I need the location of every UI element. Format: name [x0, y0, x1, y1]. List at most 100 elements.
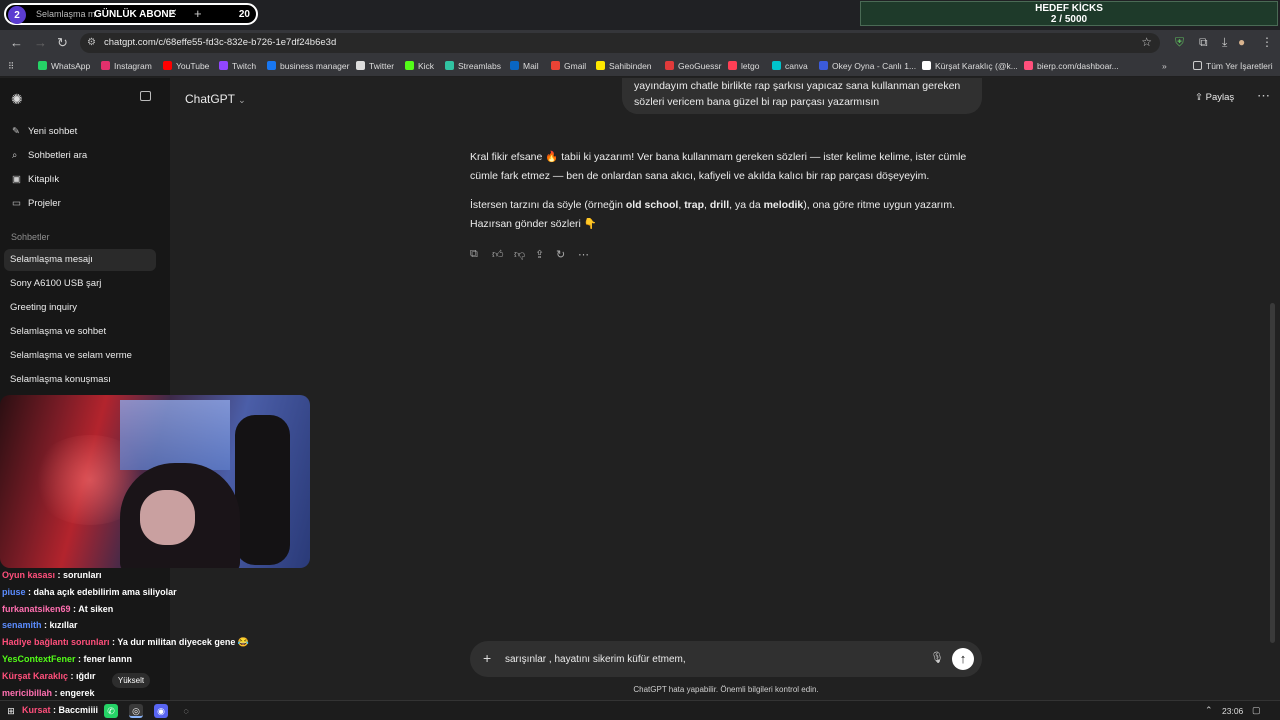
chat-message: furkanatsiken69 : At siken	[2, 603, 114, 614]
chat-history-item[interactable]: Selamlaşma ve sohbet	[4, 321, 156, 343]
thumbs-up-icon[interactable]: 👍︎	[492, 248, 504, 261]
model-picker[interactable]: ChatGPT ⌄	[185, 92, 246, 106]
streamlabs-icon	[445, 61, 454, 70]
bookmark-item[interactable]: Sahibinden	[596, 61, 652, 71]
okey-icon	[819, 61, 828, 70]
bookmark-item[interactable]: YouTube	[163, 61, 209, 71]
bookmark-item[interactable]: GeoGuessr	[665, 61, 721, 71]
sidebar-toggle-icon[interactable]	[140, 91, 151, 101]
tab-close-icon[interactable]: ✕	[169, 8, 177, 19]
profile-avatar[interactable]: ●	[1238, 35, 1245, 49]
scrollbar[interactable]	[1270, 303, 1275, 643]
taskbar-clock[interactable]: 23:06	[1222, 706, 1243, 716]
browser-menu-icon[interactable]: ⋮	[1261, 35, 1273, 49]
share-icon[interactable]: ⇪	[535, 248, 544, 261]
taskbar: ⊞ Kursat : Baccmiiii ✆ ◎ ◉ ◌ ⌃ 23:06 ▢	[0, 700, 1280, 720]
tray-chevron-icon[interactable]: ⌃	[1205, 705, 1213, 716]
chat-main: ChatGPT ⌄ yayındayım chatle birlikte rap…	[170, 78, 1280, 708]
mail-icon	[510, 61, 519, 70]
folder-icon: ▭	[12, 198, 21, 209]
extensions-icon[interactable]: ⧉	[1199, 35, 1208, 50]
send-button[interactable]: ↑	[952, 648, 974, 670]
share-button[interactable]: ⇪ Paylaş	[1195, 92, 1234, 103]
bookmarks-bar: ⠿ WhatsApp Instagram YouTube Twitch busi…	[0, 56, 1280, 77]
bookmark-item[interactable]: Kick	[405, 61, 434, 71]
chat-message: mericibillah : engerek	[2, 687, 95, 698]
sidebar-item-library[interactable]: ▣ Kitaplık	[6, 169, 158, 191]
composer-input[interactable]: sarışınlar , hayatını sikerim küfür etme…	[505, 654, 686, 665]
bookmark-star-icon[interactable]: ☆	[1141, 35, 1152, 49]
kick-goal-overlay: HEDEF KİCKS 2 / 5000	[860, 1, 1278, 26]
chrome-icon[interactable]: ◎	[129, 704, 143, 718]
microphone-icon[interactable]: 🎙︎	[930, 651, 944, 664]
bookmark-item[interactable]: Instagram	[101, 61, 152, 71]
bookmark-item[interactable]: Gmail	[551, 61, 586, 71]
bookmark-item[interactable]: Kürşat Karaklıç (@k...	[922, 61, 1018, 71]
plus-icon[interactable]: +	[483, 650, 491, 666]
assistant-paragraph: Kral fikir efsane 🔥 tabii ki yazarım! Ve…	[470, 151, 967, 182]
discord-icon[interactable]: ◉	[154, 704, 168, 718]
bookmark-item[interactable]: Twitter	[356, 61, 394, 71]
disclaimer: ChatGPT hata yapabilir. Önemli bilgileri…	[633, 685, 819, 694]
sahibinden-icon	[596, 61, 605, 70]
upgrade-button[interactable]: Yükselt	[112, 673, 150, 688]
downloads-icon[interactable]: ⤓	[1222, 35, 1227, 50]
chat-message: Kürşat Karaklıç : ığdır	[2, 670, 96, 681]
more-options-icon[interactable]: ⋯	[1257, 88, 1270, 104]
obs-icon[interactable]: ◌	[179, 704, 193, 718]
shield-icon[interactable]: ⛨	[1175, 35, 1184, 50]
webcam-face	[140, 490, 195, 545]
more-bookmarks-icon[interactable]: »	[1162, 61, 1167, 71]
copy-icon[interactable]: ⧉	[470, 248, 478, 261]
chat-message: Oyun kasası : sorunları	[2, 570, 102, 580]
new-tab-icon[interactable]: +	[194, 6, 202, 21]
notification-icon[interactable]: ▢	[1252, 705, 1261, 716]
bookmark-item[interactable]: business manager	[267, 61, 349, 71]
taskbar-chat-line: Kursat : Baccmiiii	[22, 705, 99, 715]
bookmark-item[interactable]: letgo	[728, 61, 759, 71]
twitch-icon	[219, 61, 228, 70]
sidebar-item-projects[interactable]: ▭ Projeler	[6, 193, 158, 215]
whatsapp-icon[interactable]: ✆	[104, 704, 118, 718]
bookmark-item[interactable]: bierp.com/dashboar...	[1024, 61, 1119, 71]
kick-icon	[405, 61, 414, 70]
chat-history-item[interactable]: Selamlaşma mesajı	[4, 249, 156, 271]
reload-icon[interactable]: ↻	[57, 35, 68, 51]
apps-icon[interactable]: ⠿	[8, 61, 14, 72]
thumbs-down-icon[interactable]: 👎︎	[514, 248, 525, 261]
assistant-message: Kral fikir efsane 🔥 tabii ki yazarım! Ve…	[470, 148, 980, 244]
message-composer[interactable]: + sarışınlar , hayatını sikerim küfür et…	[470, 641, 982, 677]
whatsapp-icon	[38, 61, 47, 70]
bierp-icon	[1024, 61, 1033, 70]
chat-history-item[interactable]: Greeting inquiry	[4, 297, 156, 319]
url-text[interactable]: chatgpt.com/c/68effe55-fd3c-832e-b726-1e…	[104, 37, 336, 48]
chat-history-item[interactable]: Selamlaşma konuşması	[4, 369, 156, 391]
user-message: yayındayım chatle birlikte rap şarkısı y…	[622, 78, 982, 114]
bookmark-item[interactable]: Streamlabs	[445, 61, 501, 71]
chats-heading: Sohbetler	[11, 232, 50, 242]
bookmark-item[interactable]: WhatsApp	[38, 61, 90, 71]
bookmark-item[interactable]: canva	[772, 61, 808, 71]
sidebar-item-new-chat[interactable]: ✎ Yeni sohbet	[6, 121, 158, 143]
webcam-window	[120, 400, 230, 470]
site-info-icon[interactable]: ⚙	[87, 37, 96, 48]
bookmark-item[interactable]: Okey Oyna - Canlı 1...	[819, 61, 916, 71]
chat-history-item[interactable]: Selamlaşma ve selam verme	[4, 345, 156, 367]
sidebar-item-search[interactable]: ⌕ Sohbetleri ara	[6, 145, 158, 167]
tiktok-icon	[922, 61, 931, 70]
regenerate-icon[interactable]: ↻	[556, 248, 565, 261]
windows-start-icon[interactable]: ⊞	[4, 704, 18, 718]
forward-icon[interactable]: →	[34, 35, 47, 50]
all-bookmarks[interactable]: Tüm Yer İşaretleri	[1193, 61, 1273, 71]
bookmark-item[interactable]: Mail	[510, 61, 539, 71]
chatgpt-logo-icon[interactable]: ✺	[11, 91, 23, 108]
url-field[interactable]: ⚙ chatgpt.com/c/68effe55-fd3c-832e-b726-…	[80, 33, 1160, 53]
bookmark-item[interactable]: Twitch	[219, 61, 256, 71]
chat-history-item[interactable]: Sony A6100 USB şarj	[4, 273, 156, 295]
geoguessr-icon	[665, 61, 674, 70]
back-icon[interactable]: ←	[10, 35, 23, 50]
x-twitter-icon	[356, 61, 365, 70]
instagram-icon	[101, 61, 110, 70]
tab-title[interactable]: Selamlaşma m	[36, 9, 96, 19]
more-icon[interactable]: ⋯	[578, 248, 589, 261]
